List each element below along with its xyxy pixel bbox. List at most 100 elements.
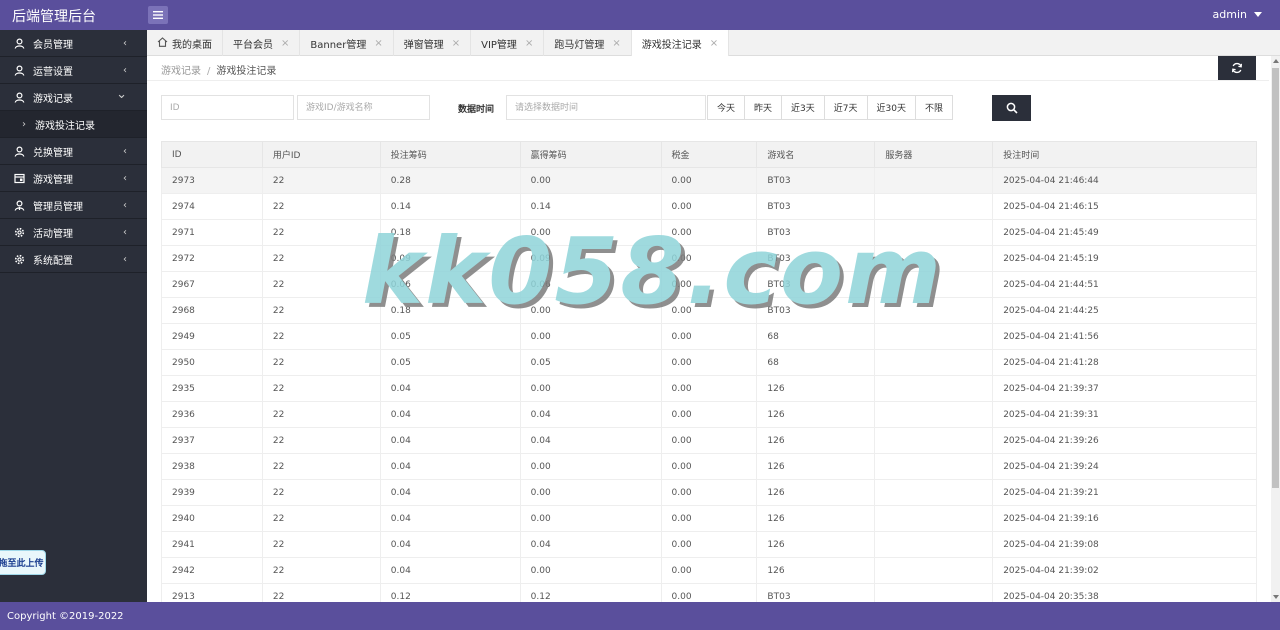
table-cell: 0.00 bbox=[660, 505, 758, 532]
table-row[interactable]: 2973 22 0.28 0.00 0.00 BT03 2025-04-04 21:46:4… bbox=[161, 167, 1257, 194]
column-header[interactable]: 投注时间 bbox=[992, 141, 1257, 168]
table-cell: 2968 bbox=[161, 297, 263, 324]
quick-range-button-3[interactable]: 近7天 bbox=[823, 95, 868, 120]
table-cell bbox=[874, 219, 994, 246]
refresh-button[interactable] bbox=[1218, 56, 1256, 80]
table-cell bbox=[874, 323, 994, 350]
table-row[interactable]: 2939 22 0.04 0.00 0.00 126 2025-04-04 21:39:21 bbox=[161, 479, 1257, 506]
column-header[interactable]: 服务器 bbox=[874, 141, 994, 168]
scroll-up-icon[interactable] bbox=[1273, 59, 1279, 63]
table-cell: 0.00 bbox=[660, 557, 758, 584]
table-cell: 2025-04-04 21:39:26 bbox=[992, 427, 1257, 454]
table-cell: 0.00 bbox=[660, 531, 758, 558]
footer: Copyright ©2019-2022 bbox=[0, 602, 1280, 630]
page-scrollbar[interactable] bbox=[1271, 56, 1280, 602]
sidebar-item-1[interactable]: 运营设置 ‹ bbox=[0, 57, 147, 84]
tab-1[interactable]: 平台会员 × bbox=[223, 30, 301, 56]
game-icon bbox=[13, 172, 25, 184]
search-button[interactable] bbox=[992, 95, 1031, 121]
table-cell: 2025-04-04 21:41:56 bbox=[992, 323, 1257, 350]
table-cell: 0.04 bbox=[379, 479, 521, 506]
table-cell: 0.04 bbox=[379, 557, 521, 584]
table-row[interactable]: 2949 22 0.05 0.00 0.00 68 2025-04-04 21:41:56 bbox=[161, 323, 1257, 350]
id-input[interactable] bbox=[161, 95, 294, 120]
table-cell: 2941 bbox=[161, 531, 263, 558]
column-header[interactable]: 税金 bbox=[660, 141, 758, 168]
quick-range-button-0[interactable]: 今天 bbox=[707, 95, 746, 120]
table-row[interactable]: 2968 22 0.18 0.00 0.00 BT03 2025-04-04 21:44:2… bbox=[161, 297, 1257, 324]
close-icon[interactable]: × bbox=[710, 38, 718, 49]
date-range-input[interactable] bbox=[506, 95, 706, 120]
column-header[interactable]: ID bbox=[161, 141, 263, 168]
table-row[interactable]: 2974 22 0.14 0.14 0.00 BT03 2025-04-04 21:46:1… bbox=[161, 193, 1257, 220]
sidebar-item-5[interactable]: 管理员管理 ‹ bbox=[0, 192, 147, 219]
close-icon[interactable]: × bbox=[281, 38, 289, 49]
sidebar-subitem-bet-records[interactable]: › 游戏投注记录 bbox=[0, 111, 147, 138]
table-row[interactable]: 2967 22 0.06 0.06 0.00 BT03 2025-04-04 21:44:5… bbox=[161, 271, 1257, 298]
close-icon[interactable]: × bbox=[525, 38, 533, 49]
game-search-input[interactable] bbox=[297, 95, 430, 120]
table-row[interactable]: 2936 22 0.04 0.04 0.00 126 2025-04-04 21:39:31 bbox=[161, 401, 1257, 428]
tab-5[interactable]: 跑马灯管理 × bbox=[544, 30, 632, 56]
main-content: 游戏记录 / 游戏投注记录 数据时间 今天昨天近3天近7天近30天不限 ID用户ID… bbox=[147, 56, 1280, 602]
table-cell: 0.00 bbox=[519, 453, 662, 480]
column-header[interactable]: 赢得筹码 bbox=[519, 141, 662, 168]
quick-range-button-1[interactable]: 昨天 bbox=[744, 95, 783, 120]
column-header[interactable]: 游戏名 bbox=[756, 141, 876, 168]
table-row[interactable]: 2941 22 0.04 0.04 0.00 126 2025-04-04 21:39:08 bbox=[161, 531, 1257, 558]
breadcrumb-parent[interactable]: 游戏记录 bbox=[161, 66, 201, 77]
sidebar-item-6[interactable]: 活动管理 ‹ bbox=[0, 219, 147, 246]
quick-range-button-2[interactable]: 近3天 bbox=[781, 95, 825, 120]
tab-label: Banner管理 bbox=[310, 39, 367, 51]
quick-range-button-5[interactable]: 不限 bbox=[914, 95, 953, 120]
table-row[interactable]: 2913 22 0.12 0.12 0.00 BT03 2025-04-04 20:35:3… bbox=[161, 583, 1257, 602]
sidebar-item-4[interactable]: 游戏管理 ‹ bbox=[0, 165, 147, 192]
quick-range-button-4[interactable]: 近30天 bbox=[866, 95, 916, 120]
sidebar-item-0[interactable]: 会员管理 ‹ bbox=[0, 30, 147, 57]
menu-toggle-button[interactable] bbox=[148, 6, 168, 24]
table-row[interactable]: 2950 22 0.05 0.05 0.00 68 2025-04-04 21:41:28 bbox=[161, 349, 1257, 376]
tab-0[interactable]: 我的桌面 bbox=[147, 30, 223, 56]
table-cell: 2937 bbox=[161, 427, 263, 454]
table-row[interactable]: 2935 22 0.04 0.00 0.00 126 2025-04-04 21:39:37 bbox=[161, 375, 1257, 402]
chevron-left-icon: ‹ bbox=[123, 65, 127, 76]
close-icon[interactable]: × bbox=[452, 38, 460, 49]
table-cell: 2025-04-04 21:44:25 bbox=[992, 297, 1257, 324]
table-cell: 0.04 bbox=[519, 401, 662, 428]
table-cell: 2025-04-04 21:45:49 bbox=[992, 219, 1257, 246]
tab-3[interactable]: 弹窗管理 × bbox=[394, 30, 472, 56]
table-cell: 22 bbox=[261, 531, 381, 558]
sidebar-item-7[interactable]: 系统配置 ‹ bbox=[0, 246, 147, 273]
table-cell: 126 bbox=[756, 401, 876, 428]
scroll-down-icon[interactable] bbox=[1273, 595, 1279, 599]
table-cell: 2025-04-04 21:39:02 bbox=[992, 557, 1257, 584]
table-cell: 2939 bbox=[161, 479, 263, 506]
table-cell: 2025-04-04 21:46:15 bbox=[992, 193, 1257, 220]
user-menu[interactable]: admin bbox=[1213, 8, 1262, 21]
sidebar-item-2[interactable]: 游戏记录 ⌄ bbox=[0, 84, 147, 111]
table-row[interactable]: 2942 22 0.04 0.00 0.00 126 2025-04-04 21:39:02 bbox=[161, 557, 1257, 584]
column-header[interactable]: 投注筹码 bbox=[379, 141, 521, 168]
tab-4[interactable]: VIP管理 × bbox=[471, 30, 545, 56]
chevron-left-icon: ‹ bbox=[123, 200, 127, 211]
table-row[interactable]: 2938 22 0.04 0.00 0.00 126 2025-04-04 21:39:24 bbox=[161, 453, 1257, 480]
table-row[interactable]: 2937 22 0.04 0.04 0.00 126 2025-04-04 21:39:26 bbox=[161, 427, 1257, 454]
user-icon bbox=[13, 64, 25, 76]
table-cell: 0.04 bbox=[379, 427, 521, 454]
table-cell: 0.18 bbox=[379, 297, 521, 324]
table-row[interactable]: 2972 22 0.09 0.09 0.00 BT03 2025-04-04 21:45:1… bbox=[161, 245, 1257, 272]
sidebar-item-3[interactable]: 兑换管理 ‹ bbox=[0, 138, 147, 165]
close-icon[interactable]: × bbox=[374, 38, 382, 49]
sidebar-item-label: 活动管理 bbox=[33, 228, 73, 240]
table-cell bbox=[874, 479, 994, 506]
table-cell: 0.00 bbox=[660, 427, 758, 454]
scroll-thumb[interactable] bbox=[1272, 68, 1279, 488]
tab-2[interactable]: Banner管理 × bbox=[300, 30, 394, 56]
table-cell bbox=[874, 427, 994, 454]
column-header[interactable]: 用户ID bbox=[261, 141, 381, 168]
close-icon[interactable]: × bbox=[612, 38, 620, 49]
upload-drop-button[interactable]: 拖至此上传 bbox=[0, 550, 46, 575]
table-row[interactable]: 2971 22 0.18 0.00 0.00 BT03 2025-04-04 21:45:4… bbox=[161, 219, 1257, 246]
table-row[interactable]: 2940 22 0.04 0.00 0.00 126 2025-04-04 21:39:16 bbox=[161, 505, 1257, 532]
tab-6[interactable]: 游戏投注记录 × bbox=[631, 30, 730, 57]
